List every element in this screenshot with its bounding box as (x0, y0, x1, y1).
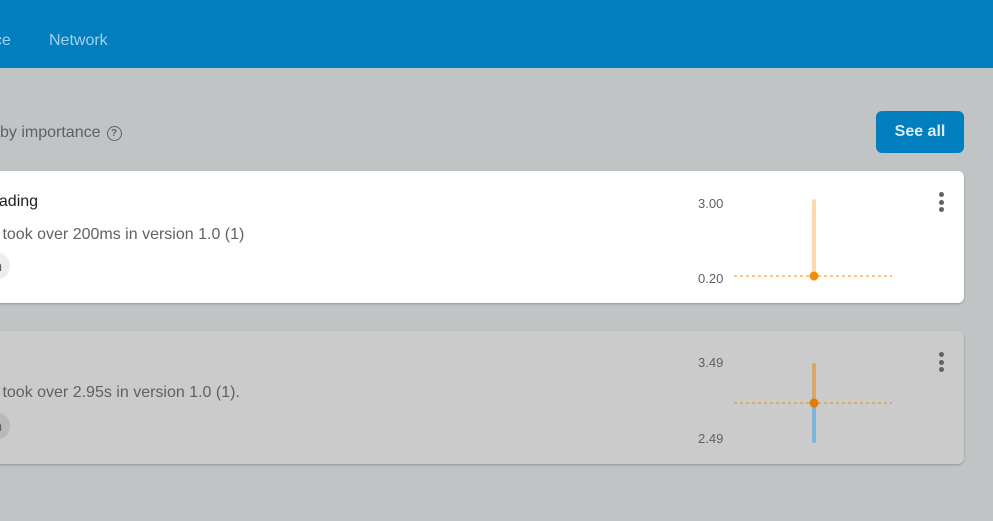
see-all-button[interactable]: See all (876, 111, 964, 153)
issue-card[interactable]: s took over 2.95s in version 1.0 (1). n … (0, 331, 964, 464)
chart-max-label: 3.00 (698, 196, 723, 211)
chart-min-label: 2.49 (698, 431, 723, 446)
more-options-button[interactable] (931, 190, 951, 214)
more-vert-icon (938, 352, 944, 357)
chart-max-label: 3.49 (698, 355, 723, 370)
issue-card[interactable]: oading s took over 200ms in version 1.0 … (0, 171, 964, 303)
tab-network[interactable]: Network (49, 32, 108, 50)
data-point (809, 398, 819, 408)
tab-partial[interactable]: ce (0, 32, 11, 50)
more-options-button[interactable] (931, 350, 951, 374)
top-navigation-bar: ce Network (0, 0, 993, 68)
section-title: by importance (0, 124, 101, 141)
help-circle-icon[interactable]: ? (106, 125, 122, 141)
issue-sparkline-chart: 3.49 2.49 (698, 355, 892, 446)
chart-min-label: 0.20 (698, 271, 723, 286)
more-vert-icon (938, 192, 944, 197)
issue-sparkline-chart: 3.00 0.20 (698, 196, 892, 286)
data-point (809, 271, 819, 281)
section-header: by importance ? (0, 124, 122, 142)
